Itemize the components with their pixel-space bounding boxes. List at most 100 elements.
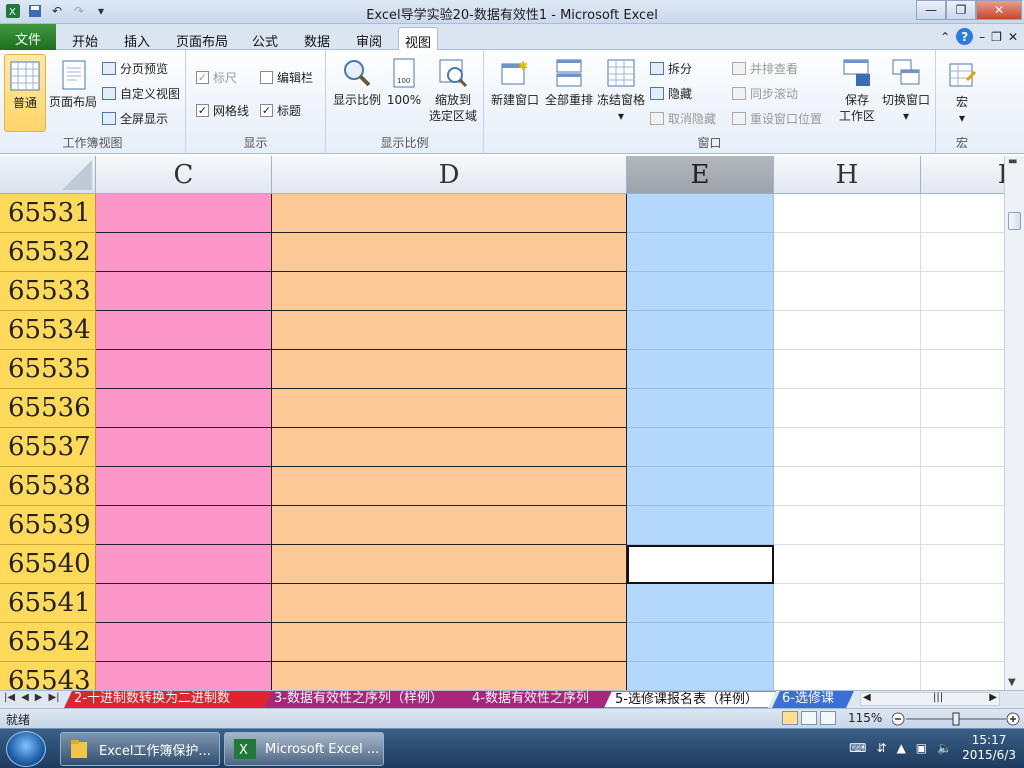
cell-h[interactable] <box>774 506 921 545</box>
hide-button[interactable]: 隐藏 <box>650 85 692 102</box>
page-break-preview-button[interactable]: 分页预览 <box>102 60 168 77</box>
cell-i[interactable] <box>921 428 1004 467</box>
help-icon[interactable]: ? <box>956 28 974 45</box>
split-button[interactable]: 拆分 <box>650 60 692 77</box>
close-button[interactable]: ✕ <box>976 0 1022 20</box>
cell-h[interactable] <box>774 233 921 272</box>
cell-e[interactable] <box>627 272 774 311</box>
show-hidden-icons[interactable]: ▲ <box>897 741 906 755</box>
tab-insert[interactable]: 插入 <box>118 27 156 50</box>
sheet-tab[interactable]: 4-数据有效性之序列 <box>462 691 612 708</box>
minimize-button[interactable]: — <box>916 0 946 20</box>
gridlines-checkbox[interactable]: ✓ 网格线 <box>196 102 249 119</box>
row-header[interactable]: 65531 <box>0 194 96 233</box>
ruler-checkbox[interactable]: ✓ 标尺 <box>196 69 237 86</box>
cell-i[interactable] <box>921 194 1004 233</box>
cell-d[interactable] <box>272 389 627 428</box>
cell-c[interactable] <box>96 584 272 623</box>
horizontal-scroll-thumb[interactable]: ||| <box>933 692 943 703</box>
cell-c[interactable] <box>96 233 272 272</box>
cell-d[interactable] <box>272 545 627 584</box>
tab-formulas[interactable]: 公式 <box>246 27 284 50</box>
worksheet-grid[interactable]: C D E H I 65531 65532 65533 65534 65535 65536… <box>0 156 1004 690</box>
cell-d[interactable] <box>272 272 627 311</box>
vertical-scrollbar[interactable]: ▬ ▼ <box>1004 156 1024 690</box>
cell-i[interactable] <box>921 467 1004 506</box>
cell-d[interactable] <box>272 623 627 662</box>
next-sheet-icon[interactable]: ▶ <box>35 692 43 703</box>
arrange-all-button[interactable]: 全部重排 <box>542 56 596 108</box>
unhide-button[interactable]: 取消隐藏 <box>650 110 716 127</box>
normal-view-button[interactable]: 普通 <box>4 54 46 132</box>
cell-d[interactable] <box>272 506 627 545</box>
cell-h[interactable] <box>774 662 921 690</box>
active-cell[interactable] <box>627 545 774 584</box>
zoom-100-button[interactable]: 100 100% <box>384 56 424 108</box>
split-box-icon[interactable]: ▬ <box>1008 156 1017 167</box>
full-screen-button[interactable]: 全屏显示 <box>102 110 168 127</box>
cell-c[interactable] <box>96 428 272 467</box>
new-window-button[interactable]: ✱ 新建窗口 <box>488 56 542 108</box>
minimize-ribbon-icon[interactable]: ⌃ <box>940 30 950 44</box>
cell-c[interactable] <box>96 662 272 690</box>
cell-c[interactable] <box>96 545 272 584</box>
zoom-level[interactable]: 115% <box>848 711 882 725</box>
last-sheet-icon[interactable]: ▶| <box>48 692 59 703</box>
row-header[interactable]: 65537 <box>0 428 96 467</box>
tab-review[interactable]: 审阅 <box>350 27 388 50</box>
column-header-i[interactable]: I <box>921 156 1004 194</box>
cell-d[interactable] <box>272 467 627 506</box>
row-header[interactable]: 65533 <box>0 272 96 311</box>
cell-c[interactable] <box>96 506 272 545</box>
cell-d[interactable] <box>272 662 627 690</box>
tab-page-layout[interactable]: 页面布局 <box>170 27 234 50</box>
vertical-scroll-thumb[interactable] <box>1008 212 1021 230</box>
formula-bar-checkbox[interactable]: 编辑栏 <box>260 69 313 86</box>
doc-restore-icon[interactable]: ❐ <box>991 30 1002 44</box>
page-break-small-button[interactable] <box>820 711 836 725</box>
headings-checkbox[interactable]: ✓ 标题 <box>260 102 301 119</box>
tab-home[interactable]: 开始 <box>66 27 104 50</box>
cell-i[interactable] <box>921 545 1004 584</box>
cell-c[interactable] <box>96 272 272 311</box>
cell-h[interactable] <box>774 389 921 428</box>
row-header[interactable]: 65536 <box>0 389 96 428</box>
cell-c[interactable] <box>96 194 272 233</box>
cell-h[interactable] <box>774 584 921 623</box>
tab-data[interactable]: 数据 <box>298 27 336 50</box>
windows-start-button[interactable] <box>6 731 46 767</box>
row-header[interactable]: 65542 <box>0 623 96 662</box>
row-header[interactable]: 65540 <box>0 545 96 584</box>
cell-h[interactable] <box>774 623 921 662</box>
prev-sheet-icon[interactable]: ◀ <box>21 692 29 703</box>
cell-h[interactable] <box>774 272 921 311</box>
cell-h[interactable] <box>774 194 921 233</box>
switch-windows-button[interactable]: 切换窗口 ▾ <box>880 56 932 124</box>
cell-d[interactable] <box>272 194 627 233</box>
keyboard-icon[interactable]: ⌨ <box>849 741 866 755</box>
cell-d[interactable] <box>272 428 627 467</box>
cell-e[interactable] <box>627 467 774 506</box>
column-header-c[interactable]: C <box>96 156 272 194</box>
page-layout-view-button[interactable]: 页面布局 <box>48 58 98 110</box>
cell-h[interactable] <box>774 428 921 467</box>
column-header-h[interactable]: H <box>774 156 921 194</box>
first-sheet-icon[interactable]: |◀ <box>4 692 15 703</box>
cell-h[interactable] <box>774 311 921 350</box>
cell-i[interactable] <box>921 350 1004 389</box>
macros-button[interactable]: 宏 ▾ <box>942 58 982 126</box>
volume-icon[interactable]: 🔈 <box>937 741 952 755</box>
cell-i[interactable] <box>921 272 1004 311</box>
cell-e[interactable] <box>627 662 774 690</box>
column-header-e[interactable]: E <box>627 156 774 194</box>
taskbar-item-excel[interactable]: X Microsoft Excel ... <box>224 732 384 766</box>
scroll-right-icon[interactable]: ▶ <box>989 692 997 703</box>
cell-d[interactable] <box>272 311 627 350</box>
sheet-tab[interactable]: 6-选修课 <box>772 691 854 708</box>
cell-e[interactable] <box>627 584 774 623</box>
freeze-panes-button[interactable]: 冻结窗格 ▾ <box>594 56 648 124</box>
save-workspace-button[interactable]: 保存 工作区 <box>834 56 880 124</box>
cell-d[interactable] <box>272 350 627 389</box>
cell-c[interactable] <box>96 467 272 506</box>
restore-button[interactable]: ❐ <box>946 0 976 20</box>
